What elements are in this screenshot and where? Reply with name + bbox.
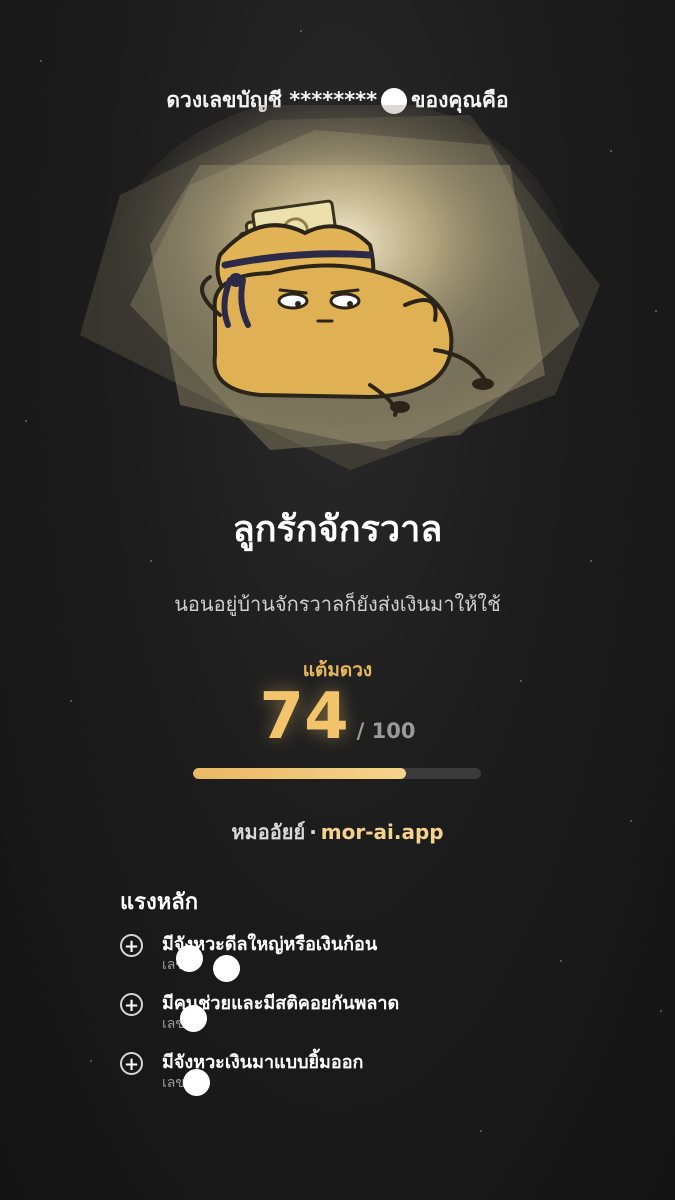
result-title: ลูกรักจักรวาล [232,509,443,550]
money-bag-illustration [80,105,600,470]
brand-url-link[interactable]: mor-ai.app [321,820,444,844]
plus-circle-icon: + [120,993,143,1016]
redaction-dot [176,945,203,972]
redaction-dot [213,955,240,982]
score-progress-bar [193,768,481,779]
brand-name: หมออัยย์ [231,820,306,844]
plus-circle-icon: + [120,1052,143,1075]
score-display: 74 / 100 [0,680,675,754]
plus-circle-icon: + [120,934,143,957]
score-value: 74 [259,680,349,754]
factor-sublabel: เลข [162,1075,185,1091]
score-progress-fill [193,768,407,779]
score-max: / 100 [356,719,416,743]
redaction-dot [183,1069,210,1096]
brand-separator: · [309,820,317,844]
brand-credit: หมออัยย์ · mor-ai.app [0,816,675,848]
redaction-dot [180,1005,207,1032]
result-tagline: นอนอยู่บ้านจักรวาลก็ยังส่งเงินมาให้ใช้ [174,592,501,616]
factors-heading: แรงหลัก [120,890,199,915]
